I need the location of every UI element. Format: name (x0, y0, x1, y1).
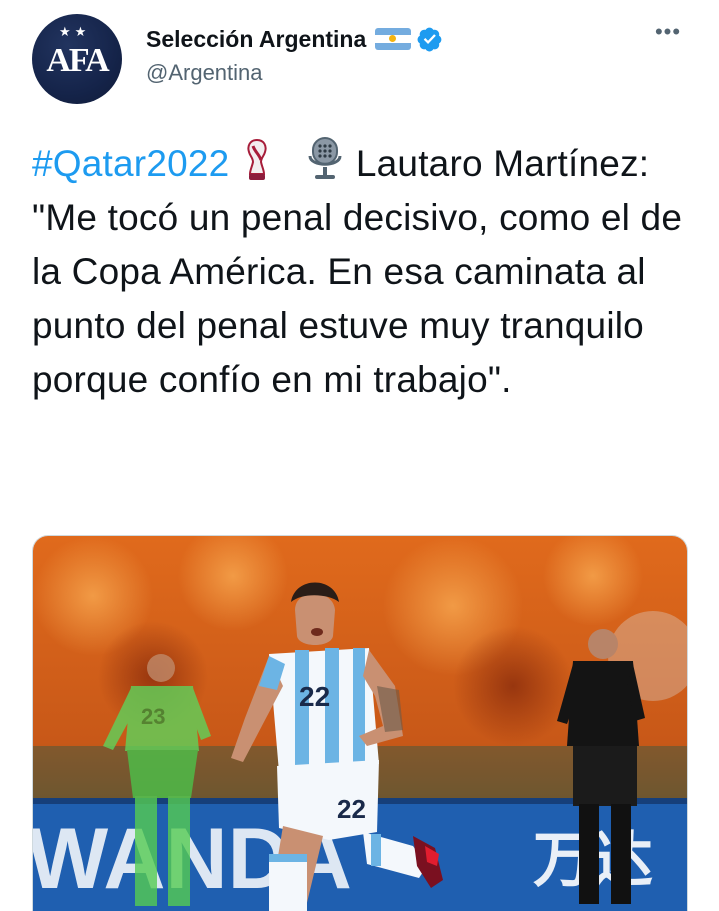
player-celebration-photo: WANDA 万达 23 (33, 536, 687, 911)
jersey-number-shorts: 22 (337, 794, 366, 824)
microphone-icon (305, 136, 345, 182)
avatar[interactable]: ★★ AFA (32, 14, 122, 104)
afa-logo: AFA (32, 42, 122, 80)
tweet-text: #Qatar2022 Lautaro Martínez: "Me tocó un… (32, 136, 692, 407)
argentina-flag-icon (375, 28, 411, 50)
tweet-header: ★★ AFA Selección Argentina @Argentina ••… (0, 0, 719, 110)
hashtag-link[interactable]: #Qatar2022 (32, 143, 229, 184)
world-cup-trophy-icon (240, 138, 274, 182)
avatar-stars: ★★ (59, 24, 90, 40)
handle[interactable]: @Argentina (146, 60, 263, 86)
tweet-photo[interactable]: WANDA 万达 23 (32, 535, 688, 911)
jersey-number-front: 22 (299, 681, 330, 712)
more-options-icon[interactable]: ••• (648, 22, 688, 52)
display-name[interactable]: Selección Argentina (146, 26, 366, 53)
verified-badge-icon (417, 26, 443, 52)
svg-text:23: 23 (141, 704, 165, 729)
name-row: Selección Argentina (146, 24, 443, 54)
